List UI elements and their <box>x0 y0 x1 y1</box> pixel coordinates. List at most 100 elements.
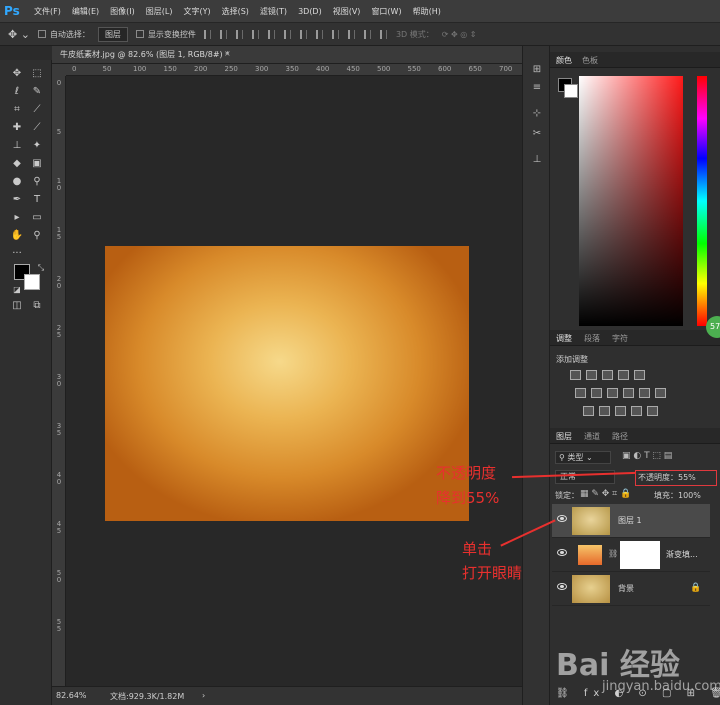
channel-mixer-icon[interactable] <box>639 388 650 398</box>
menu-view[interactable]: 视图(V) <box>333 6 361 17</box>
layer-filter-dropdown[interactable]: ⚲ 类型 ⌄ <box>555 451 611 464</box>
color-picker-field[interactable] <box>579 76 683 326</box>
hue-slider[interactable] <box>697 76 707 326</box>
opacity-control[interactable]: 不透明度：55% <box>635 470 717 486</box>
screen-mode-icon[interactable]: ⧉ <box>28 298 46 314</box>
align-left-icon[interactable] <box>203 29 211 39</box>
tab-paths[interactable]: 路径 <box>612 431 628 442</box>
tab-swatches[interactable]: 色板 <box>582 55 598 66</box>
tab-layers[interactable]: 图层 <box>556 431 572 442</box>
swap-colors-icon[interactable]: ⤡ <box>32 260 50 276</box>
brush-preset-icon[interactable]: ⊹ <box>530 108 544 120</box>
opacity-value[interactable]: 55% <box>678 473 696 482</box>
posterize-icon[interactable] <box>599 406 610 416</box>
dodge-tool-icon[interactable]: ⚲ <box>28 174 46 190</box>
menu-layer[interactable]: 图层(L) <box>146 6 173 17</box>
invert-icon[interactable] <box>583 406 594 416</box>
menu-window[interactable]: 窗口(W) <box>371 6 401 17</box>
tab-adjustments[interactable]: 调整 <box>556 333 572 344</box>
distribute-right-icon[interactable] <box>379 29 387 39</box>
gradient-map-icon[interactable] <box>631 406 642 416</box>
distribute-center-icon[interactable] <box>363 29 371 39</box>
rectangle-tool-icon[interactable]: ▭ <box>28 210 46 226</box>
auto-select-checkbox[interactable]: 自动选择： <box>37 29 90 40</box>
zoom-level[interactable]: 82.64% <box>56 691 87 700</box>
photo-filter-icon[interactable] <box>623 388 634 398</box>
distribute-bottom-icon[interactable] <box>331 29 339 39</box>
marquee-tool-icon[interactable]: ⬚ <box>28 66 46 82</box>
crop-tool-icon[interactable]: ⌗ <box>8 102 26 118</box>
more-tools-icon[interactable]: ··· <box>8 246 26 262</box>
layer-row-2[interactable]: ⛓ 渐变填... <box>552 538 710 572</box>
auto-select-dropdown[interactable]: 图层 <box>97 26 128 42</box>
move-tool-icon[interactable]: ✥ <box>8 66 26 82</box>
layer-row-1[interactable]: 图层 1 <box>552 504 710 538</box>
close-tab-icon[interactable]: × <box>224 49 231 58</box>
layer-row-3[interactable]: 背景 🔒 <box>552 572 710 606</box>
gradient-tool-icon[interactable]: ▣ <box>28 156 46 172</box>
pen-tool-icon[interactable]: ✒ <box>8 192 26 208</box>
brush-tool-icon[interactable]: ⟋ <box>28 120 46 136</box>
history-brush-icon[interactable]: ✦ <box>28 138 46 154</box>
path-select-icon[interactable]: ▸ <box>8 210 26 226</box>
visibility-eye-icon[interactable] <box>557 515 567 522</box>
clone-source-icon[interactable]: ⊥ <box>530 154 544 166</box>
menu-file[interactable]: 文件(F) <box>34 6 61 17</box>
show-transform-checkbox[interactable]: 显示变换控件 <box>135 29 196 40</box>
black-white-icon[interactable] <box>607 388 618 398</box>
menu-help[interactable]: 帮助(H) <box>413 6 441 17</box>
eraser-tool-icon[interactable]: ◆ <box>8 156 26 172</box>
align-center-icon[interactable] <box>219 29 227 39</box>
eyedropper-tool-icon[interactable]: ⟋ <box>28 102 46 118</box>
stamp-tool-icon[interactable]: ⊥ <box>8 138 26 154</box>
color-lookup-icon[interactable] <box>655 388 666 398</box>
blur-tool-icon[interactable]: ● <box>8 174 26 190</box>
distribute-middle-icon[interactable] <box>315 29 323 39</box>
tab-color[interactable]: 颜色 <box>556 55 572 66</box>
properties-icon[interactable]: ≡ <box>530 82 544 94</box>
lasso-tool-icon[interactable]: ℓ <box>8 84 26 100</box>
tab-paragraph[interactable]: 段落 <box>584 333 600 344</box>
vibrance-icon[interactable] <box>634 370 645 380</box>
align-right-icon[interactable] <box>235 29 243 39</box>
type-tool-icon[interactable]: T <box>28 192 46 208</box>
menu-filter[interactable]: 滤镜(T) <box>260 6 287 17</box>
align-top-icon[interactable] <box>251 29 259 39</box>
status-arrow-icon[interactable]: › <box>202 691 205 700</box>
tab-character[interactable]: 字符 <box>612 333 628 344</box>
curves-icon[interactable] <box>602 370 613 380</box>
exposure-icon[interactable] <box>618 370 629 380</box>
fill-control[interactable]: 填充：100% <box>654 490 701 501</box>
visibility-eye-icon[interactable] <box>557 583 567 590</box>
align-middle-icon[interactable] <box>267 29 275 39</box>
align-bottom-icon[interactable] <box>283 29 291 39</box>
threshold-icon[interactable] <box>615 406 626 416</box>
layer-name[interactable]: 渐变填... <box>666 549 698 560</box>
history-icon[interactable]: ⊞ <box>530 64 544 76</box>
layer-filter-icons[interactable]: ▣ ◐ T ⬚ ▤ <box>622 451 672 461</box>
background-color-swatch[interactable] <box>24 274 40 290</box>
hue-saturation-icon[interactable] <box>575 388 586 398</box>
menu-image[interactable]: 图像(I) <box>110 6 135 17</box>
tool-preset-icon[interactable]: ✂ <box>530 128 544 140</box>
hand-tool-icon[interactable]: ✋ <box>8 228 26 244</box>
fill-value[interactable]: 100% <box>678 491 701 500</box>
layer-name[interactable]: 背景 <box>618 583 634 594</box>
menu-type[interactable]: 文字(Y) <box>183 6 210 17</box>
healing-brush-icon[interactable]: ✚ <box>8 120 26 136</box>
visibility-eye-icon[interactable] <box>557 549 567 556</box>
brightness-icon[interactable] <box>570 370 581 380</box>
distribute-top-icon[interactable] <box>299 29 307 39</box>
zoom-tool-icon[interactable]: ⚲ <box>28 228 46 244</box>
3d-mode-icons[interactable]: ⟳ ✥ ◎ ⇕ <box>442 30 477 39</box>
selective-color-icon[interactable] <box>647 406 658 416</box>
menu-select[interactable]: 选择(S) <box>222 6 249 17</box>
background-swatch[interactable] <box>564 84 578 98</box>
quick-mask-icon[interactable]: ◫ <box>8 298 26 314</box>
levels-icon[interactable] <box>586 370 597 380</box>
tab-channels[interactable]: 通道 <box>584 431 600 442</box>
distribute-left-icon[interactable] <box>347 29 355 39</box>
default-colors-icon[interactable]: ◪ <box>8 282 26 298</box>
menu-edit[interactable]: 编辑(E) <box>72 6 99 17</box>
menu-3d[interactable]: 3D(D) <box>298 7 322 16</box>
